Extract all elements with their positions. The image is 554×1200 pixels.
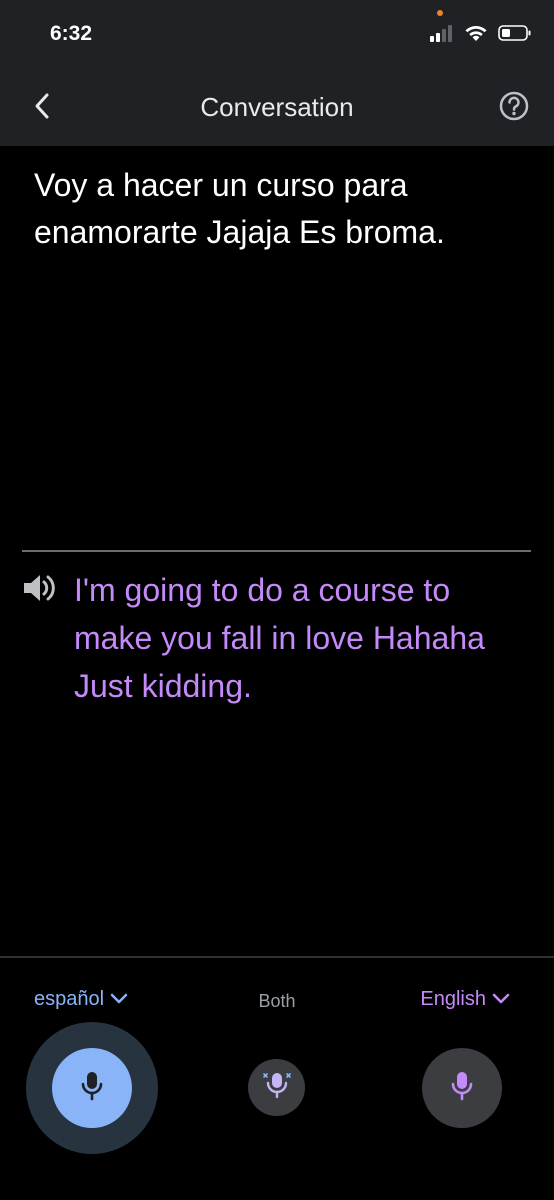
microphone-icon	[80, 1071, 104, 1106]
help-button[interactable]	[496, 90, 532, 126]
source-mic-button[interactable]	[52, 1048, 132, 1128]
help-circle-icon	[498, 90, 530, 127]
app-bar: Conversation	[0, 70, 554, 146]
wifi-icon	[464, 24, 488, 47]
privacy-indicator-dot	[437, 10, 443, 16]
page-title: Conversation	[200, 92, 354, 122]
chevron-left-icon	[32, 92, 52, 125]
speak-translation-button[interactable]	[22, 572, 58, 604]
target-language-label: English	[420, 988, 486, 1010]
auto-mic-button[interactable]	[248, 1059, 305, 1116]
source-text: Voy a hacer un curso para enamorarte Jaj…	[34, 167, 445, 250]
microphone-icon	[450, 1071, 474, 1106]
battery-icon	[498, 24, 532, 47]
status-icons	[430, 24, 532, 47]
translated-text: I'm going to do a course to make you fal…	[74, 572, 485, 704]
chevron-down-icon	[492, 988, 510, 1011]
microphone-auto-icon	[262, 1070, 292, 1105]
target-language-selector[interactable]: English	[420, 988, 510, 1011]
status-bar: 6:32	[0, 0, 554, 70]
translation-divider	[22, 550, 531, 552]
cellular-signal-icon	[430, 24, 454, 47]
target-mic-button[interactable]	[422, 1048, 502, 1128]
speaker-icon	[22, 575, 58, 608]
status-time: 6:32	[50, 22, 93, 45]
back-button[interactable]	[24, 90, 60, 126]
